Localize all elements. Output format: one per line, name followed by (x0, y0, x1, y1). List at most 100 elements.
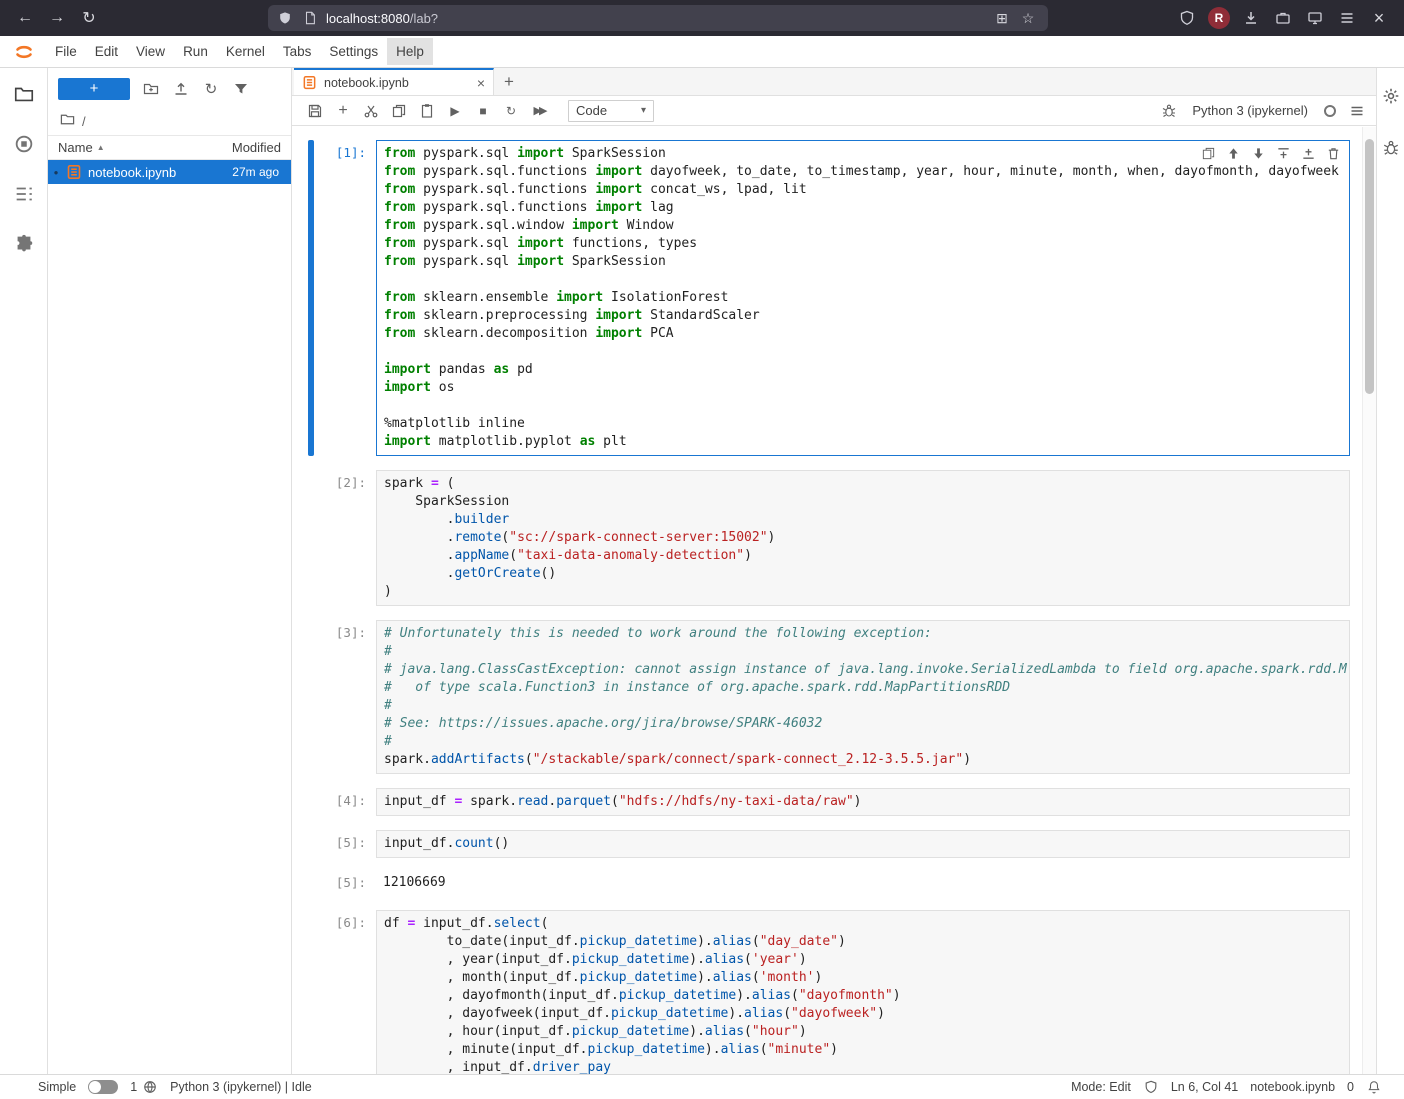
output-text: 12106669 (376, 870, 1350, 896)
left-sidebar (0, 68, 48, 1074)
kernel-sessions[interactable]: 1 (130, 1079, 158, 1095)
menu-settings[interactable]: Settings (320, 38, 387, 65)
code-line: from pyspark.sql import functions, types (384, 235, 1342, 253)
forward-button[interactable]: → (42, 4, 72, 32)
execution-count: [5]: (314, 830, 376, 858)
insert-cell-above-icon[interactable] (1272, 143, 1294, 163)
code-line: # (384, 697, 1342, 715)
kernel-name[interactable]: Python 3 (ipykernel) (1192, 103, 1308, 118)
menu-tabs[interactable]: Tabs (274, 38, 321, 65)
running-sessions-icon[interactable] (12, 132, 36, 156)
bell-icon[interactable] (1366, 1079, 1382, 1095)
cell-editor[interactable]: df = input_df.select( to_date(input_df.p… (376, 910, 1350, 1074)
execution-count: [4]: (314, 788, 376, 816)
home-folder-icon[interactable] (60, 112, 75, 130)
new-launcher-button[interactable]: + (58, 78, 130, 100)
notebook-cell[interactable]: [6]:df = input_df.select( to_date(input_… (308, 910, 1350, 1074)
code-line: from sklearn.ensemble import IsolationFo… (384, 289, 1342, 307)
simple-mode-label: Simple (38, 1080, 76, 1094)
new-tab-button[interactable]: + (494, 68, 524, 95)
upload-icon[interactable] (172, 80, 190, 98)
menu-run[interactable]: Run (174, 38, 217, 65)
copy-cells-icon[interactable] (386, 99, 412, 123)
cut-cells-icon[interactable] (358, 99, 384, 123)
command-mode-indicator[interactable]: Mode: Edit (1071, 1080, 1131, 1094)
app-menu-icon[interactable] (1332, 4, 1362, 32)
kernel-status-text[interactable]: Python 3 (ipykernel) | Idle (170, 1080, 312, 1094)
notebook-cell[interactable]: [3]:# Unfortunately this is needed to wo… (308, 620, 1350, 774)
file-browser-toolbar: + ↻ (48, 68, 291, 106)
breadcrumb-root[interactable]: / (82, 114, 86, 129)
toolbar-overflow-icon[interactable] (1344, 99, 1370, 123)
code-line: import os (384, 379, 1342, 397)
menu-kernel[interactable]: Kernel (217, 38, 274, 65)
close-window-button[interactable]: × (1364, 4, 1394, 32)
cell-editor[interactable]: input_df.count() (376, 830, 1350, 858)
code-line (384, 271, 1342, 289)
simple-mode-toggle[interactable] (88, 1080, 118, 1094)
restart-kernel-icon[interactable]: ↻ (498, 99, 524, 123)
run-cell-icon[interactable]: ▶ (442, 99, 468, 123)
notebook-cell[interactable]: [1]:from pyspark.sql import SparkSession… (308, 140, 1350, 456)
cell-editor[interactable]: from pyspark.sql import SparkSessionfrom… (376, 140, 1350, 456)
url-bar[interactable]: localhost:8080/lab? ⊞ ☆ (268, 5, 1048, 31)
duplicate-cell-icon[interactable] (1197, 143, 1219, 163)
insert-cell-icon[interactable]: + (330, 99, 356, 123)
display-icon[interactable] (1300, 4, 1330, 32)
kernel-status-icon[interactable] (1324, 105, 1336, 117)
profile-avatar[interactable]: R (1208, 7, 1230, 29)
reload-button[interactable]: ↻ (74, 4, 104, 32)
debugger-icon[interactable] (1156, 99, 1182, 123)
right-sidebar (1376, 68, 1404, 1074)
debugger-tab-icon[interactable] (1379, 136, 1403, 160)
code-line: from pyspark.sql.functions import dayofw… (384, 163, 1342, 181)
code-line: , dayofweek(input_df.pickup_datetime).al… (384, 1005, 1342, 1023)
menu-help[interactable]: Help (387, 38, 433, 65)
delete-cell-icon[interactable] (1322, 143, 1344, 163)
notebook-cell[interactable]: [5]:input_df.count() (308, 830, 1350, 858)
cell-editor[interactable]: # Unfortunately this is needed to work a… (376, 620, 1350, 774)
new-folder-icon[interactable] (142, 80, 160, 98)
move-cell-up-icon[interactable] (1222, 143, 1244, 163)
file-browser-tab-icon[interactable] (12, 82, 36, 106)
download-icon[interactable] (1236, 4, 1266, 32)
menu-view[interactable]: View (127, 38, 174, 65)
modified-column-header[interactable]: Modified (232, 140, 281, 155)
insert-cell-below-icon[interactable] (1297, 143, 1319, 163)
table-of-contents-icon[interactable] (12, 182, 36, 206)
file-row[interactable]: ●notebook.ipynb27m ago (48, 160, 291, 184)
restart-run-all-icon[interactable]: ▶▶ (526, 99, 552, 123)
notebook-cell[interactable]: [2]:spark = ( SparkSession .builder .rem… (308, 470, 1350, 606)
notebook-cell[interactable]: [4]:input_df = spark.read.parquet("hdfs:… (308, 788, 1350, 816)
save-icon[interactable] (302, 99, 328, 123)
notebook-scrollbar[interactable] (1362, 127, 1376, 1074)
interrupt-kernel-icon[interactable]: ■ (470, 99, 496, 123)
notifications-count[interactable]: 0 (1347, 1080, 1354, 1094)
filter-icon[interactable] (232, 80, 250, 98)
tab-close-icon[interactable]: × (477, 75, 485, 91)
extension-shield-icon[interactable] (1172, 4, 1202, 32)
paste-cells-icon[interactable] (414, 99, 440, 123)
move-cell-down-icon[interactable] (1247, 143, 1269, 163)
name-column-header[interactable]: Name ▲ (58, 140, 232, 155)
containers-grid-icon[interactable]: ⊞ (990, 7, 1014, 29)
execution-count: [3]: (314, 620, 376, 774)
refresh-icon[interactable]: ↻ (202, 80, 220, 98)
property-inspector-gear-icon[interactable] (1379, 84, 1403, 108)
toolbox-icon[interactable] (1268, 4, 1298, 32)
menu-edit[interactable]: Edit (86, 38, 127, 65)
back-button[interactable]: ← (10, 4, 40, 32)
code-line: from pyspark.sql.window import Window (384, 217, 1342, 235)
tab-notebook[interactable]: notebook.ipynb × (294, 68, 494, 95)
scrollbar-thumb[interactable] (1365, 139, 1374, 394)
tracking-shield-icon[interactable] (276, 9, 294, 27)
extensions-puzzle-icon[interactable] (12, 232, 36, 256)
bookmark-star-icon[interactable]: ☆ (1016, 7, 1040, 29)
menu-file[interactable]: File (46, 38, 86, 65)
cell-type-dropdown[interactable]: Code ▾ (568, 100, 654, 122)
site-info-icon[interactable] (301, 9, 319, 27)
browser-toolbar: ← → ↻ localhost:8080/lab? ⊞ ☆ R (0, 0, 1404, 36)
cursor-position[interactable]: Ln 6, Col 41 (1171, 1080, 1238, 1094)
cell-editor[interactable]: input_df = spark.read.parquet("hdfs://hd… (376, 788, 1350, 816)
cell-editor[interactable]: spark = ( SparkSession .builder .remote(… (376, 470, 1350, 606)
